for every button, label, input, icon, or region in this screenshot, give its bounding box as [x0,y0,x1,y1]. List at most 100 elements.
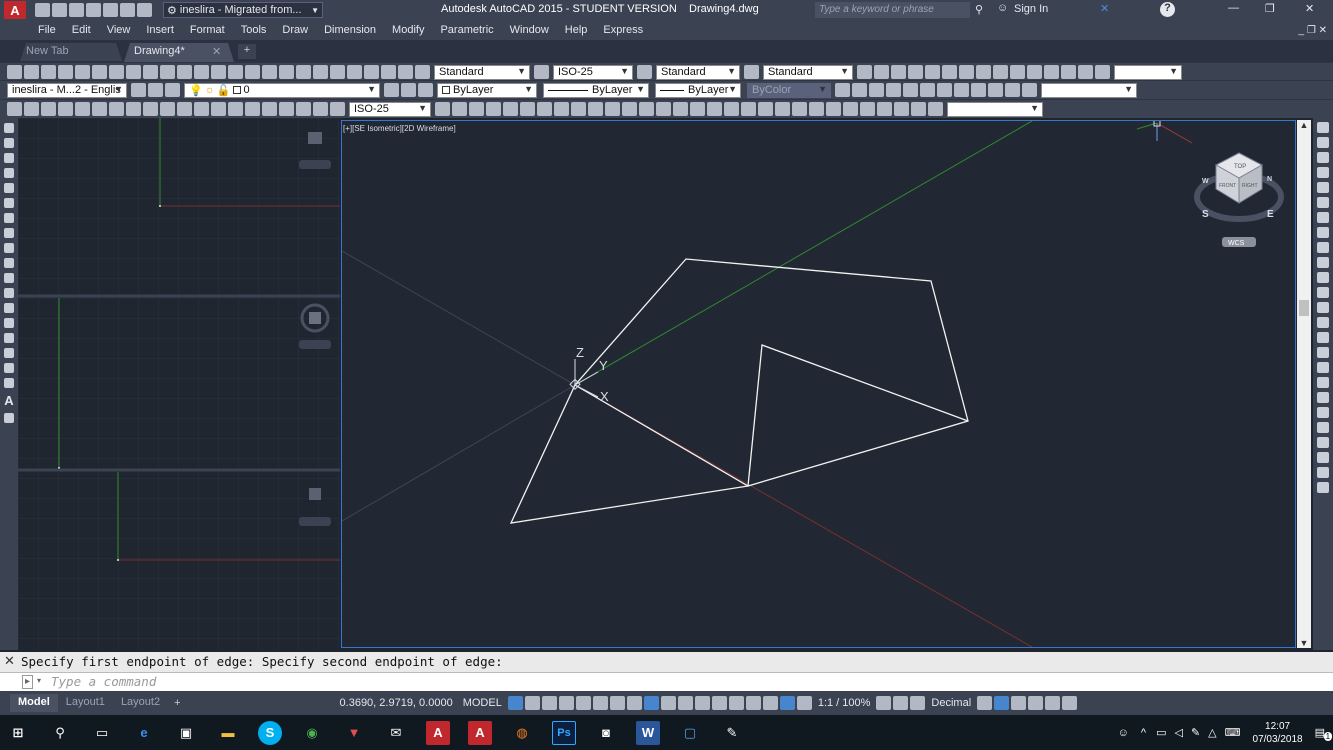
dwf-icon[interactable] [1027,65,1042,79]
search-input[interactable]: Type a keyword or phrase [815,2,970,18]
intersect-icon[interactable] [741,102,756,116]
viewcube-placeholder-icon[interactable] [308,132,322,144]
polysolid-icon[interactable] [452,102,467,116]
scroll-thumb[interactable] [1299,300,1309,316]
undo-icon[interactable] [120,3,135,17]
continue-icon[interactable] [177,102,192,116]
lineweight-dropdown[interactable]: ByLayer ▼ [655,82,741,98]
binoculars-icon[interactable]: ⚲ [975,3,983,16]
quad-face-edge[interactable] [573,258,969,487]
tolerance-icon[interactable] [228,102,243,116]
fillet-icon[interactable] [1317,347,1329,358]
wireframe-icon[interactable] [852,83,867,97]
redo-icon[interactable] [137,3,152,17]
tab-layout1[interactable]: Layout1 [58,694,113,712]
compass-e-label[interactable]: E [1267,209,1274,220]
units-icon[interactable] [910,696,926,710]
sign-in-button[interactable]: Sign In [1014,3,1048,15]
open-file-icon[interactable] [52,3,67,17]
color-dropdown[interactable]: ByLayer ▼ [437,82,537,98]
visual-style-icon[interactable] [835,83,850,97]
ellipse-icon[interactable] [4,258,14,268]
quick-dim-icon[interactable] [143,102,158,116]
undo-icon[interactable] [194,65,209,79]
autocad-2-taskbar-icon[interactable]: A [468,720,492,745]
menu-modify[interactable]: Modify [384,24,432,36]
erase-icon[interactable] [1317,122,1329,133]
viewcube[interactable]: TOP FRONT RIGHT S E W N WCS [1194,152,1284,247]
move-icon[interactable] [1317,197,1329,208]
compass-n-label[interactable]: N [1267,176,1272,183]
command-dropdown-icon[interactable]: ▾ [37,676,41,685]
3d-rotate-icon[interactable] [775,102,790,116]
circle-icon[interactable] [4,213,14,223]
mirror-icon[interactable] [1317,152,1329,163]
camera-app-icon[interactable]: ◙ [594,721,618,745]
conceptual-icon[interactable] [903,83,918,97]
new-file-icon[interactable] [35,3,50,17]
rotate-icon[interactable] [1317,212,1329,223]
tab-model[interactable]: Model [10,694,58,712]
named-views-icon[interactable] [891,65,906,79]
annotation-monitor-icon[interactable] [893,696,909,710]
user-icon[interactable]: ☺ [997,2,1008,14]
arc-length-icon[interactable] [41,102,56,116]
maximize-window-button[interactable]: ❐ [1265,2,1275,15]
ucs-dropdown[interactable]: ▼ [947,101,1043,117]
3d-object-snap-icon[interactable] [711,696,727,710]
dim-space-icon[interactable] [194,102,209,116]
remote-desktop-icon[interactable]: ▢ [678,721,702,745]
gradient-icon[interactable] [4,348,14,358]
chamfer-edge-icon[interactable] [911,102,926,116]
view-dropdown[interactable]: ▼ [1041,82,1137,98]
ortho-mode-icon[interactable] [575,696,591,710]
union-icon[interactable] [707,102,722,116]
attach-icon[interactable] [925,65,940,79]
workspace-selector[interactable]: ⚙ ineslira - Migrated from... ▼ [163,2,323,18]
paint-icon[interactable]: ✎ [720,721,744,745]
zoom-previous-icon[interactable] [279,65,294,79]
extend-icon[interactable] [1317,272,1329,283]
dim-text-edit-icon[interactable] [313,102,328,116]
document-window-controls[interactable]: _ ❐ ✕ [1299,25,1327,36]
close-command-line-icon[interactable]: ✕ [4,653,15,669]
file-explorer-icon[interactable]: ▬ [216,721,240,745]
table-style-icon[interactable] [637,65,652,79]
text-style-icon[interactable] [415,65,430,79]
menu-draw[interactable]: Draw [274,24,316,36]
xref-icon[interactable] [942,65,957,79]
pan-icon[interactable] [228,65,243,79]
dim-edit-icon[interactable] [296,102,311,116]
lower-face-edge[interactable] [509,384,749,524]
snap-mode-icon[interactable] [524,696,540,710]
paste-icon[interactable] [143,65,158,79]
minimize-window-button[interactable]: — [1228,2,1239,14]
3d-move-icon[interactable] [758,102,773,116]
spline-icon[interactable] [4,243,14,253]
layer-dropdown[interactable]: 💡 ☼ 🔓 0 ▼ [184,82,380,98]
interfere-icon[interactable] [877,102,892,116]
compass-w-label[interactable]: W [1202,178,1209,185]
tab-layout2[interactable]: Layout2 [113,694,168,712]
units-dropdown[interactable]: Decimal [926,697,976,709]
menu-tools[interactable]: Tools [233,24,275,36]
lights-icon[interactable] [1095,65,1110,79]
polar-tracking-icon[interactable] [592,696,608,710]
menu-help[interactable]: Help [557,24,596,36]
zoom-window-icon[interactable] [262,65,277,79]
gizmo-icon[interactable] [762,696,778,710]
raster-icon[interactable] [976,65,991,79]
layer-previous-icon[interactable] [165,83,180,97]
mail-icon[interactable]: ✉ [384,721,408,745]
loft-icon[interactable] [690,102,705,116]
customization-icon[interactable] [1062,696,1078,710]
join-icon[interactable] [1317,317,1329,328]
add-tab-button[interactable]: + [238,44,256,59]
windows-start-icon[interactable]: ⊞ [6,721,30,745]
region-icon[interactable] [4,363,14,373]
torus-icon[interactable] [554,102,569,116]
align-icon[interactable] [1317,407,1329,418]
mleader-style-icon[interactable] [744,65,759,79]
show-hidden-icons-icon[interactable]: ^ [1141,727,1146,739]
search-icon[interactable]: ⚲ [48,721,72,745]
